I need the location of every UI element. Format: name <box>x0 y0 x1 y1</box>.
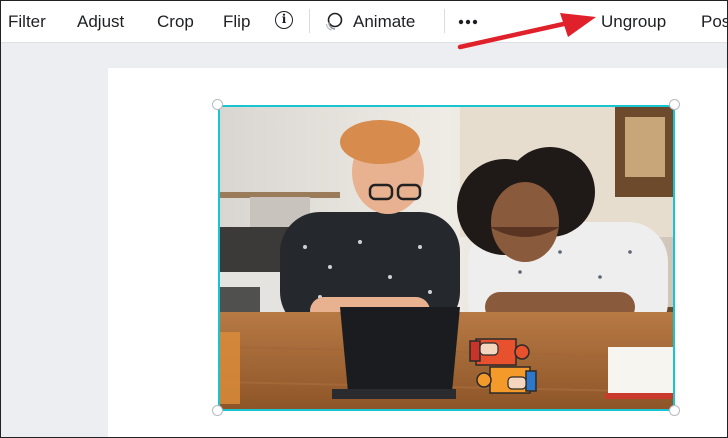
red-arrow-annotation <box>457 13 596 50</box>
selected-photo[interactable] <box>218 105 675 411</box>
resize-handle-bottom-left[interactable] <box>212 405 223 416</box>
flip-button[interactable]: Flip <box>223 1 250 42</box>
puzzle-handshake-sticker[interactable] <box>468 335 540 399</box>
editor-window: Filter Adjust Crop Flip i Animate Ungrou… <box>0 0 728 438</box>
info-icon[interactable]: i <box>275 11 293 29</box>
adjust-button[interactable]: Adjust <box>77 1 124 42</box>
animate-icon <box>325 12 343 31</box>
crop-button[interactable]: Crop <box>157 1 194 42</box>
filter-button[interactable]: Filter <box>8 1 46 42</box>
resize-handle-top-left[interactable] <box>212 99 223 110</box>
toolbar-divider <box>309 9 310 33</box>
top-toolbar: Filter Adjust Crop Flip i Animate Ungrou… <box>1 1 727 43</box>
animate-button[interactable]: Animate <box>323 1 443 42</box>
resize-handle-top-right[interactable] <box>669 99 680 110</box>
position-button[interactable]: Pos <box>701 1 727 42</box>
animate-label: Animate <box>353 12 416 31</box>
ungroup-button[interactable]: Ungroup <box>601 1 666 42</box>
toolbar-divider <box>444 9 445 33</box>
photo-image <box>220 107 673 409</box>
resize-handle-bottom-right[interactable] <box>669 405 680 416</box>
